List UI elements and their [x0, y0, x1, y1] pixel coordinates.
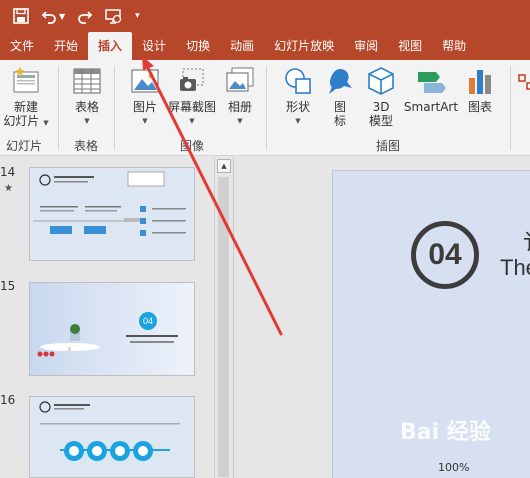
save-icon [13, 8, 29, 24]
slide-number-15: 15 [0, 279, 16, 293]
customize-qat-button[interactable]: ▾ [132, 4, 143, 28]
picture-button[interactable]: 图片 ▼ [124, 66, 166, 128]
photo-album-icon [226, 67, 254, 92]
tab-insert[interactable]: 插入 [88, 32, 133, 60]
tab-review[interactable]: 审阅 [344, 32, 388, 60]
redo-icon [78, 11, 93, 24]
icons-label-2: 标 [333, 114, 346, 128]
group-label-slides: 幻灯片 [6, 139, 43, 153]
cube-icon [368, 67, 394, 95]
save-button[interactable] [10, 4, 32, 28]
undo-dropdown-icon[interactable]: ▼ [59, 12, 65, 21]
section-number-badge: 04 [139, 312, 157, 330]
screenshot-label: 屏幕截图 [167, 100, 216, 114]
tab-animations[interactable]: 动画 [220, 32, 264, 60]
group-separator [114, 66, 115, 150]
tab-help[interactable]: 帮助 [432, 32, 476, 60]
slide-title-chinese: 讠 [523, 225, 530, 257]
group-separator [266, 66, 267, 150]
shapes-label: 形状 [285, 100, 310, 114]
table-button[interactable]: 表格 ▼ [66, 66, 108, 128]
tab-home[interactable]: 开始 [44, 32, 88, 60]
thumb-title-line [126, 335, 178, 337]
thumbnail-15-content [30, 283, 194, 375]
smartart-label: SmartArt [403, 100, 459, 114]
icons-icon [329, 69, 352, 94]
customize-qat-icon: ▾ [135, 11, 140, 21]
slide-thumbnail-pane: 14 ★ 15 04 16 [0, 157, 232, 478]
smartart-button[interactable]: SmartArt [402, 66, 460, 114]
slide-number-14: 14 [0, 165, 16, 179]
group-label-illustrations: 插图 [376, 139, 401, 153]
tab-view[interactable]: 视图 [388, 32, 432, 60]
picture-label: 图片 [132, 100, 157, 114]
group-label-tables: 表格 [74, 139, 99, 153]
slide-thumbnail-16[interactable] [29, 396, 195, 478]
3d-models-button[interactable]: 3D 模型 [362, 66, 400, 128]
smartart-icon [418, 72, 446, 93]
table-icon [73, 68, 101, 94]
screenshot-icon [180, 68, 204, 91]
thumb-subtitle-line [130, 341, 174, 343]
quick-access-toolbar: ▼ ▾ [0, 0, 530, 32]
picture-dropdown-icon: ▼ [142, 117, 148, 125]
icons-label-1: 图 [333, 100, 346, 114]
new-slide-button[interactable]: 新建 幻灯片 ▼ [3, 66, 49, 130]
slide-thumbnail-15[interactable]: 04 [29, 282, 195, 376]
new-slide-label-2: 幻灯片 ▼ [3, 114, 49, 128]
3d-models-label-2: 模型 [368, 114, 393, 128]
tab-design[interactable]: 设计 [132, 32, 176, 60]
3d-models-label-1: 3D [372, 100, 390, 114]
group-separator [510, 66, 511, 150]
icons-button[interactable]: 图 标 [322, 66, 358, 128]
undo-icon [41, 11, 56, 24]
picture-icon [131, 69, 159, 93]
new-slide-icon [13, 67, 39, 93]
screenshot-button[interactable]: 屏幕截图 ▼ [166, 66, 218, 128]
ribbon-insert: 新建 幻灯片 ▼ 幻灯片 表格 ▼ 表格 图片 ▼ 屏幕截图 ▼ 相册 ▼ 图像… [0, 60, 530, 156]
tab-file[interactable]: 文件 [0, 32, 44, 60]
group-label-images: 图像 [180, 139, 205, 153]
photo-album-button[interactable]: 相册 ▼ [222, 66, 258, 128]
scrollbar-thumb[interactable] [218, 177, 229, 477]
table-dropdown-icon: ▼ [84, 117, 90, 125]
animation-star-icon: ★ [4, 183, 13, 194]
thumbnail-16-content [30, 397, 194, 477]
group-separator [58, 66, 59, 150]
new-slide-label-1: 新建 [13, 100, 38, 114]
thumbnail-scrollbar[interactable]: ▲ [214, 157, 232, 478]
zoom-indicator[interactable]: 100% [438, 461, 469, 474]
slide-number-16: 16 [0, 393, 16, 407]
chart-button[interactable]: 图表 [462, 66, 498, 114]
scroll-up-button[interactable]: ▲ [217, 159, 231, 173]
screenshot-dropdown-icon: ▼ [189, 117, 195, 125]
ribbon-tabs: 文件 开始 插入 设计 切换 动画 幻灯片放映 审阅 视图 帮助 [0, 32, 530, 60]
baidu-watermark: Bai 经验 [400, 420, 491, 445]
powerpoint-window: ▼ ▾ 文件 开始 插入 设计 切换 动画 幻灯片放映 审阅 视图 帮助 新建 … [0, 0, 530, 478]
tab-transitions[interactable]: 切换 [176, 32, 220, 60]
shapes-button[interactable]: 形状 ▼ [278, 66, 318, 128]
redo-button[interactable] [74, 4, 96, 28]
slide-title-english: The [500, 255, 530, 280]
slideshow-start-icon [105, 9, 122, 24]
start-slideshow-button[interactable] [102, 4, 126, 28]
slide-thumbnail-14[interactable] [29, 167, 195, 261]
tab-slideshow[interactable]: 幻灯片放映 [264, 32, 344, 60]
shapes-dropdown-icon: ▼ [295, 117, 301, 125]
addins-icon [518, 74, 530, 90]
chart-icon [469, 70, 491, 94]
section-number-circle: 04 [411, 221, 479, 289]
thumbnail-14-content [30, 168, 194, 260]
photo-album-dropdown-icon: ▼ [237, 117, 243, 125]
shapes-icon [285, 68, 311, 94]
table-label: 表格 [74, 100, 99, 114]
undo-button[interactable]: ▼ [38, 4, 68, 28]
chart-label: 图表 [467, 100, 492, 114]
photo-album-label: 相册 [227, 100, 252, 114]
addins-button[interactable] [516, 74, 530, 90]
